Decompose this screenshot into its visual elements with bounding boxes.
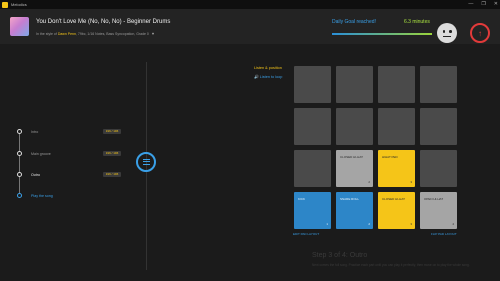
steps-timeline [19, 131, 20, 194]
step-title: Step 3 of 4: Outro [312, 252, 368, 259]
title-bar: Melodics — ❐ ✕ [0, 0, 500, 9]
pad-label: OPEN HI-HAT [424, 197, 444, 201]
drum-pad[interactable] [294, 108, 331, 145]
song-artist[interactable]: Dawn Penn [58, 32, 76, 36]
flip-pad-layout-link[interactable]: FLIP PAD LAYOUT [431, 232, 457, 236]
close-icon[interactable]: ✕ [494, 1, 498, 7]
pad-label: KICK [298, 197, 306, 201]
pad-number: 4 [452, 222, 454, 226]
drum-pad[interactable]: HIHAT PED 3 [378, 150, 415, 187]
arrow-up-icon: ↑ [478, 28, 482, 38]
app-name: Melodics [11, 2, 27, 7]
daily-goal-minutes: 6.3 minutes [404, 19, 430, 25]
speaker-icon: 🔊 [254, 75, 259, 79]
drum-pad[interactable] [420, 66, 457, 103]
drum-pad[interactable] [294, 66, 331, 103]
drum-pad[interactable]: OPEN HI-HAT 4 [420, 192, 457, 229]
step-label: Outro [31, 172, 40, 177]
song-meta-prefix: In the style of [36, 32, 57, 36]
pad-number: 2 [368, 222, 370, 226]
step-label: Intro [31, 129, 39, 134]
menu-button[interactable] [136, 152, 156, 172]
app-logo-icon [2, 1, 8, 8]
pad-label: HIHAT PED [382, 155, 398, 159]
step-subtitle: Next comes the full song. Practice each … [312, 263, 470, 267]
drum-pad[interactable] [378, 66, 415, 103]
step-dot-icon [17, 151, 22, 156]
drum-pad[interactable]: CLOSED HI-HAT 3 [378, 192, 415, 229]
face-icon[interactable] [437, 23, 457, 43]
pad-number: 3 [410, 222, 412, 226]
song-cover-art [10, 17, 29, 36]
drum-pad[interactable]: CLOSED HI-HAT 2 [336, 150, 373, 187]
edit-pad-layout-link[interactable]: EDIT PAD LAYOUT [293, 232, 319, 236]
listen-position-title: Listen & position [254, 66, 282, 70]
heart-icon[interactable]: ♥ [152, 31, 154, 36]
maximize-icon[interactable]: ❐ [481, 1, 485, 7]
step-score-badge: 196 / 196 [103, 172, 121, 177]
pad-number: 3 [410, 180, 412, 184]
step-score-badge: 196 / 196 [103, 151, 121, 156]
daily-goal-label: Daily Goal reached! [332, 19, 376, 25]
drum-pad[interactable] [336, 108, 373, 145]
song-meta-suffix: , 79bc, 1/16 Notes, Bass Syncopation, Gr… [75, 32, 149, 36]
pad-label: CLOSED HI-HAT [382, 197, 405, 201]
step-dot-icon [17, 172, 22, 177]
daily-goal-progress [332, 33, 432, 35]
step-dot-icon [17, 129, 22, 134]
listen-to-loop-button[interactable]: 🔊 Listen to loop [254, 74, 282, 79]
step-label: Play the song [31, 193, 53, 198]
step-label: Main groove [31, 151, 51, 156]
pad-label: CLOSED HI-HAT [340, 155, 363, 159]
lesson-header: You Don't Love Me (No, No, No) - Beginne… [0, 9, 500, 44]
daily-goal-progress-fill [332, 33, 432, 35]
pad-number: 1 [326, 222, 328, 226]
song-meta: In the style of Dawn Penn, 79bc, 1/16 No… [36, 31, 154, 36]
window-controls: — ❐ ✕ [468, 1, 498, 7]
step-score-badge: 196 / 196 [103, 129, 121, 134]
step-dot-icon [17, 193, 22, 198]
drum-pad[interactable]: KICK 1 [294, 192, 331, 229]
drum-pad[interactable] [420, 108, 457, 145]
drum-pad[interactable] [336, 66, 373, 103]
song-title: You Don't Love Me (No, No, No) - Beginne… [36, 19, 171, 25]
drum-pad[interactable] [420, 150, 457, 187]
record-button[interactable]: ↑ [470, 23, 490, 43]
drum-pad[interactable] [378, 108, 415, 145]
drum-pad[interactable]: SNARE ROLL 2 [336, 192, 373, 229]
drum-pad[interactable] [294, 150, 331, 187]
menu-icon [142, 159, 150, 165]
pad-label: SNARE ROLL [340, 197, 360, 201]
minimize-icon[interactable]: — [468, 1, 473, 7]
pad-number: 2 [368, 180, 370, 184]
